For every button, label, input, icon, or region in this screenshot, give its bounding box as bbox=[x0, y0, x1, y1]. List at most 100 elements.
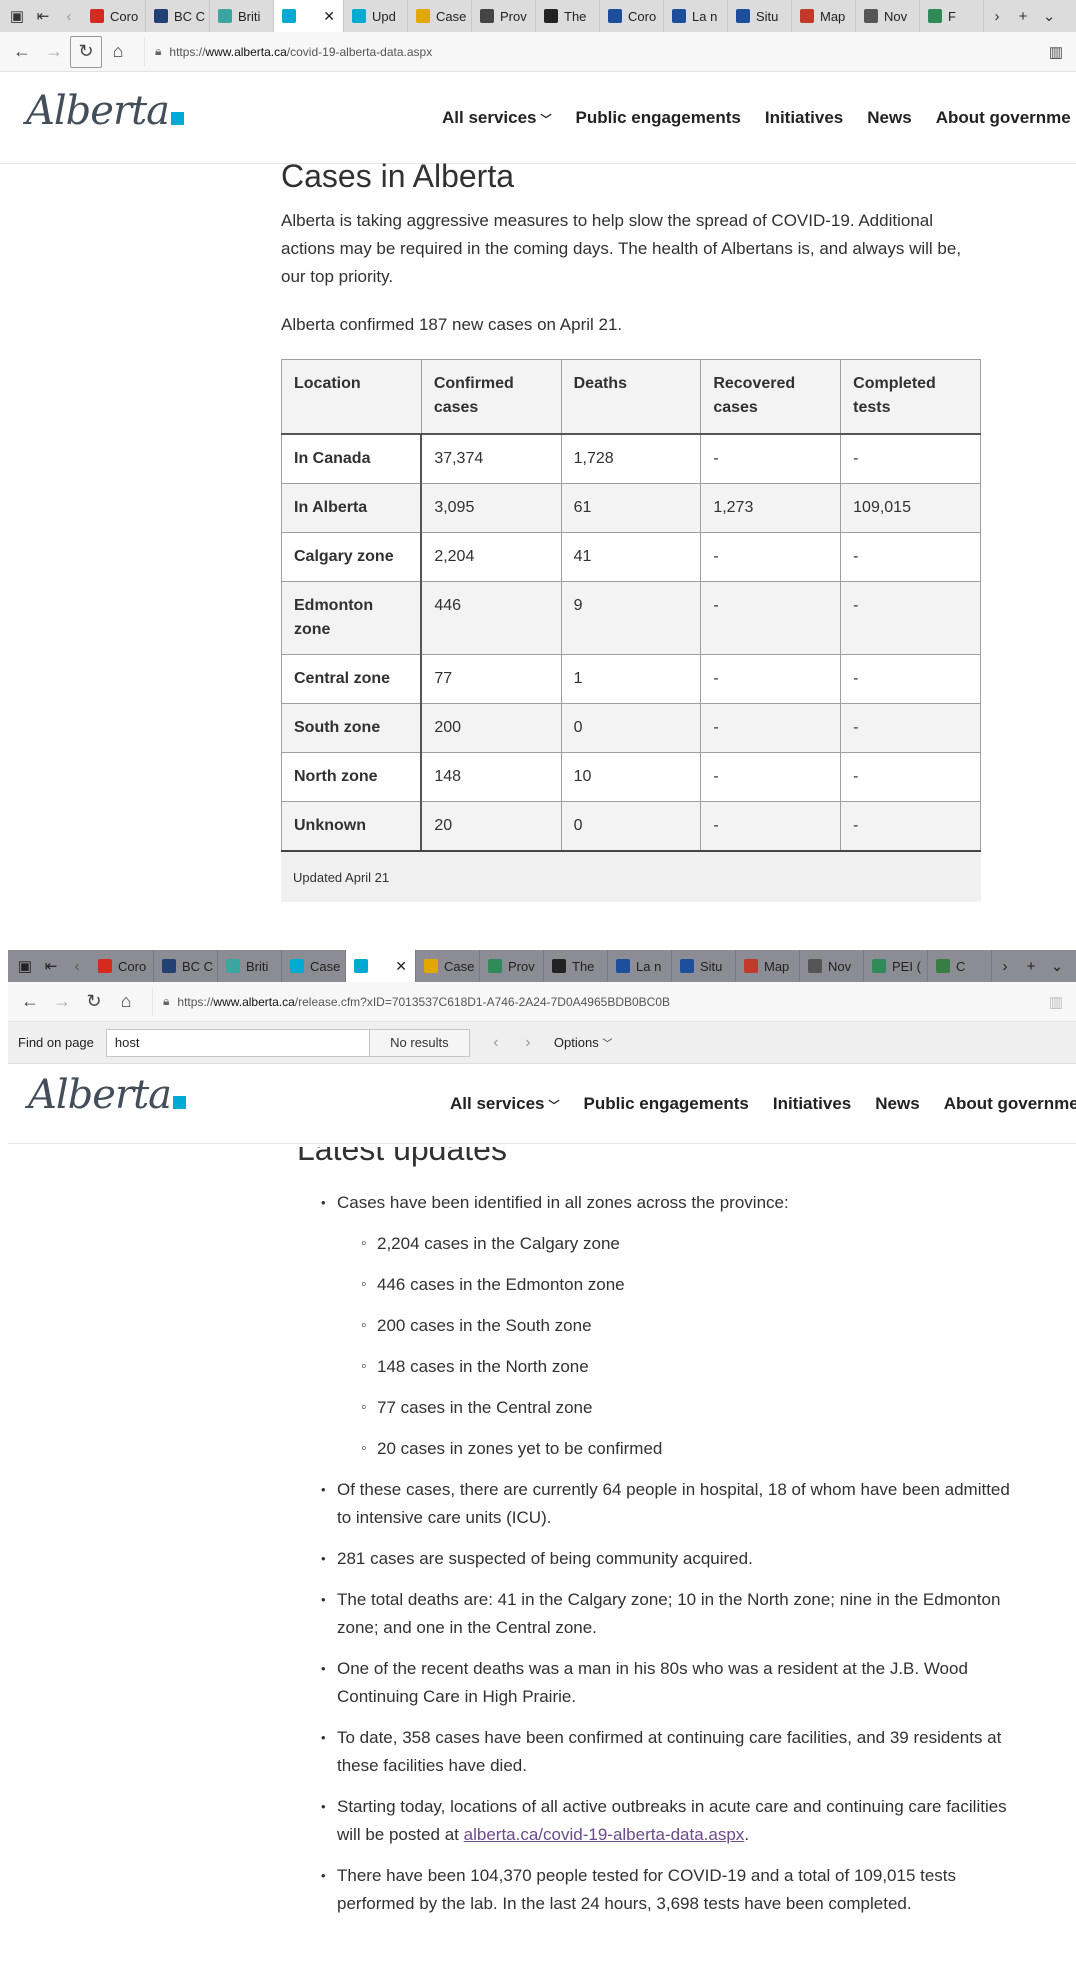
data-page-link[interactable]: alberta.ca/covid-19-alberta-data.aspx bbox=[464, 1825, 745, 1844]
back-icon[interactable]: ← bbox=[14, 986, 46, 1018]
logo-text: Alberta bbox=[26, 88, 170, 134]
row-header-cell: South zone bbox=[281, 702, 423, 753]
url-field[interactable]: 🔒︎ https://www.alberta.ca/covid-19-alber… bbox=[144, 37, 1036, 66]
browser-tab[interactable]: Map bbox=[736, 950, 800, 982]
table-cell: - bbox=[700, 531, 842, 582]
zone-case-item: 2,204 cases in the Calgary zone bbox=[337, 1230, 1017, 1258]
scroll-tabs-left-icon[interactable]: ‹ bbox=[64, 952, 90, 980]
nav-initiatives[interactable]: Initiatives bbox=[765, 108, 843, 128]
tab-title: Coro bbox=[118, 958, 147, 974]
reading-view-icon[interactable]: ▥ bbox=[1036, 993, 1076, 1011]
find-next-icon[interactable]: › bbox=[512, 1034, 544, 1052]
browser-tab[interactable]: The bbox=[536, 0, 600, 32]
table-cell: 1,728 bbox=[560, 433, 702, 484]
scroll-tabs-right-icon[interactable]: › bbox=[992, 952, 1018, 980]
alberta-logo[interactable]: Alberta bbox=[28, 1072, 186, 1118]
update-list-item: There have been 104,370 people tested fo… bbox=[297, 1862, 1017, 1918]
home-icon[interactable]: ⌂ bbox=[110, 986, 142, 1018]
table-cell: 77 bbox=[420, 653, 562, 704]
table-cell: 10 bbox=[560, 751, 702, 802]
browser-tab[interactable]: BC C bbox=[146, 0, 210, 32]
forward-icon[interactable]: → bbox=[46, 986, 78, 1018]
url-path: /covid-19-alberta-data.aspx bbox=[286, 44, 433, 59]
new-tab-icon[interactable]: + bbox=[1010, 2, 1036, 30]
update-text: Of these cases, there are currently 64 p… bbox=[337, 1480, 1010, 1527]
refresh-icon[interactable]: ↻ bbox=[70, 35, 102, 68]
tab-list-icon[interactable]: ⌄ bbox=[1044, 952, 1070, 980]
nav-news[interactable]: News bbox=[867, 108, 911, 128]
cases-table: Location Confirmed cases Deaths Recovere… bbox=[281, 359, 981, 852]
browser-tab[interactable]: Coro bbox=[82, 0, 146, 32]
browser-tab[interactable]: Upd bbox=[344, 0, 408, 32]
refresh-icon[interactable]: ↻ bbox=[78, 986, 110, 1018]
tab-favicon-icon bbox=[352, 9, 366, 23]
table-caption: Updated April 21 bbox=[281, 851, 981, 902]
browser-tab[interactable]: The bbox=[544, 950, 608, 982]
nav-about[interactable]: About governme bbox=[936, 108, 1071, 128]
table-cell: 9 bbox=[560, 580, 702, 655]
alberta-logo[interactable]: Alberta bbox=[26, 88, 184, 134]
table-cell: - bbox=[840, 702, 981, 753]
update-list-item: Starting today, locations of all active … bbox=[297, 1793, 1017, 1849]
find-input[interactable]: host bbox=[105, 1028, 370, 1057]
browser-tab[interactable]: Briti bbox=[210, 0, 274, 32]
reading-view-icon[interactable]: ▥ bbox=[1036, 43, 1076, 61]
nav-news[interactable]: News bbox=[875, 1094, 919, 1114]
tab-list-icon[interactable]: ⌄ bbox=[1036, 2, 1062, 30]
logo-square-icon bbox=[171, 112, 184, 125]
browser-tab[interactable]: La n bbox=[664, 0, 728, 32]
browser-tab[interactable]: Nov bbox=[800, 950, 864, 982]
close-tab-icon[interactable]: ✕ bbox=[395, 958, 407, 975]
scroll-tabs-right-icon[interactable]: › bbox=[984, 2, 1010, 30]
tab-favicon-icon bbox=[672, 9, 686, 23]
home-icon[interactable]: ⌂ bbox=[102, 36, 134, 68]
browser-tab[interactable]: ✕ bbox=[274, 0, 344, 32]
scroll-tabs-left-icon[interactable]: ‹ bbox=[56, 2, 82, 30]
nav-initiatives[interactable]: Initiatives bbox=[773, 1094, 851, 1114]
browser-tab[interactable]: Situ bbox=[728, 0, 792, 32]
nav-all-services[interactable]: All services ﹀ bbox=[450, 1094, 560, 1114]
browser-tab[interactable]: Map bbox=[792, 0, 856, 32]
table-cell: 1,273 bbox=[700, 482, 842, 533]
section-heading: Latest updates bbox=[297, 1147, 507, 1167]
nav-public-engagements[interactable]: Public engagements bbox=[584, 1094, 749, 1114]
set-aside-tabs-icon[interactable]: ⇤ bbox=[38, 952, 64, 980]
table-cell: 148 bbox=[420, 751, 562, 802]
nav-all-services[interactable]: All services ﹀ bbox=[442, 108, 552, 128]
url-field[interactable]: 🔒︎ https://www.alberta.ca/release.cfm?xI… bbox=[152, 987, 1036, 1016]
browser-tab[interactable]: Case bbox=[408, 0, 472, 32]
set-aside-tabs-icon[interactable]: ⇤ bbox=[30, 2, 56, 30]
forward-icon[interactable]: → bbox=[38, 36, 70, 68]
new-tab-icon[interactable]: + bbox=[1018, 952, 1044, 980]
tab-favicon-icon bbox=[90, 9, 104, 23]
table-row: South zone 200 0- - bbox=[281, 702, 981, 753]
find-previous-icon[interactable]: ‹ bbox=[480, 1034, 512, 1052]
browser-tab[interactable]: Case bbox=[282, 950, 346, 982]
tab-actions-icon[interactable]: ▣ bbox=[12, 952, 38, 980]
table-header-row: Location Confirmed cases Deaths Recovere… bbox=[281, 359, 981, 435]
browser-tab[interactable]: Briti bbox=[218, 950, 282, 982]
browser-tab[interactable]: C bbox=[928, 950, 992, 982]
browser-tab[interactable]: BC C bbox=[154, 950, 218, 982]
nav-about[interactable]: About governme bbox=[944, 1094, 1076, 1114]
nav-public-engagements[interactable]: Public engagements bbox=[576, 108, 741, 128]
browser-tab[interactable]: Nov bbox=[856, 0, 920, 32]
browser-tab[interactable]: Prov bbox=[472, 0, 536, 32]
browser-tab[interactable]: Prov bbox=[480, 950, 544, 982]
browser-tab[interactable]: Case bbox=[416, 950, 480, 982]
back-icon[interactable]: ← bbox=[6, 36, 38, 68]
tab-actions-icon[interactable]: ▣ bbox=[4, 2, 30, 30]
close-tab-icon[interactable]: ✕ bbox=[323, 8, 335, 25]
browser-tab[interactable]: PEI ( bbox=[864, 950, 928, 982]
find-options-button[interactable]: Options ﹀ bbox=[554, 1035, 612, 1050]
browser-tab[interactable]: ✕ bbox=[346, 950, 416, 982]
browser-tab[interactable]: La n bbox=[608, 950, 672, 982]
update-text: One of the recent deaths was a man in hi… bbox=[337, 1659, 968, 1706]
browser-tab[interactable]: F bbox=[920, 0, 984, 32]
tab-favicon-icon bbox=[290, 959, 304, 973]
browser-tab[interactable]: Coro bbox=[90, 950, 154, 982]
find-bar: Find on page host No results ‹ › Options… bbox=[8, 1022, 1076, 1064]
update-text-tail: . bbox=[744, 1825, 750, 1844]
browser-tab[interactable]: Coro bbox=[600, 0, 664, 32]
browser-tab[interactable]: Situ bbox=[672, 950, 736, 982]
